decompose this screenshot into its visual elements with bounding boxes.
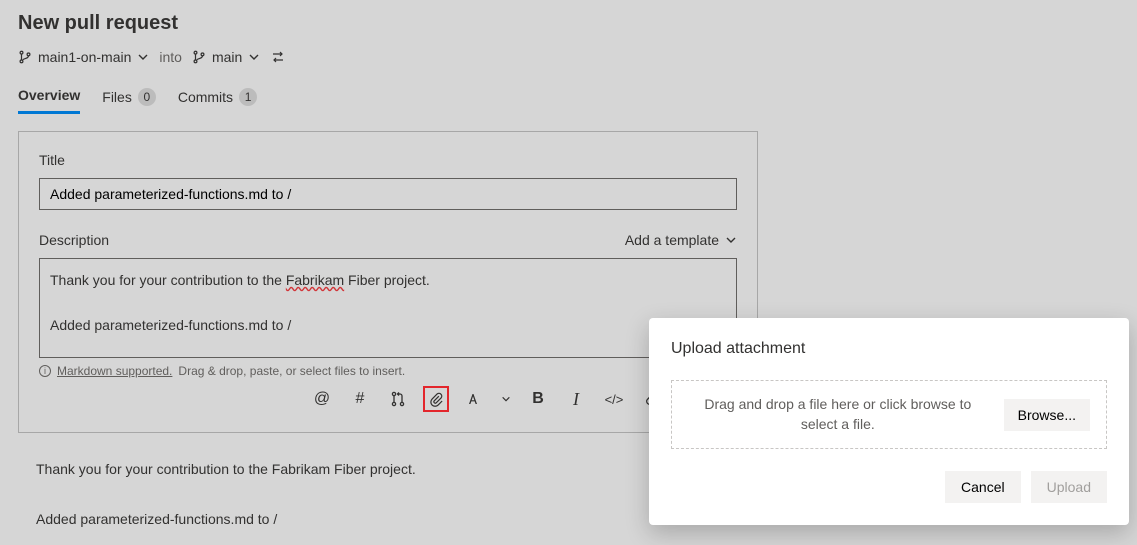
upload-button[interactable]: Upload <box>1031 471 1107 503</box>
bold-button[interactable]: B <box>525 386 551 412</box>
markdown-link[interactable]: Markdown supported. <box>57 364 172 378</box>
tab-overview-label: Overview <box>18 87 80 103</box>
chevron-down-icon <box>725 234 737 246</box>
chevron-down-icon <box>248 51 260 63</box>
tab-commits-label: Commits <box>178 89 233 105</box>
upload-modal: Upload attachment Drag and drop a file h… <box>649 318 1129 525</box>
page-title: New pull request <box>18 12 1119 35</box>
hash-button[interactable]: # <box>347 386 373 412</box>
target-branch-name: main <box>212 49 242 65</box>
tab-overview[interactable]: Overview <box>18 83 80 114</box>
description-label: Description <box>39 232 109 248</box>
tab-files-label: Files <box>102 89 132 105</box>
format-menu-button[interactable] <box>499 386 513 412</box>
branch-row: main1-on-main into main <box>18 49 1119 65</box>
modal-title: Upload attachment <box>671 340 1107 358</box>
attach-button[interactable] <box>423 386 449 412</box>
tab-commits[interactable]: Commits 1 <box>178 83 257 114</box>
title-label: Title <box>39 152 737 168</box>
tab-files-count: 0 <box>138 88 156 106</box>
text-size-icon <box>466 391 482 407</box>
pr-form-card: Title Description Add a template Thank y… <box>18 131 758 433</box>
description-textarea[interactable]: Thank you for your contribution to the F… <box>39 258 737 358</box>
pr-link-button[interactable] <box>385 386 411 412</box>
cancel-button[interactable]: Cancel <box>945 471 1021 503</box>
branch-icon <box>192 50 206 64</box>
add-template-label: Add a template <box>625 232 719 248</box>
description-line1-pre: Thank you for your contribution to the <box>50 272 286 288</box>
branch-icon <box>18 50 32 64</box>
tabs: Overview Files 0 Commits 1 <box>18 83 1119 115</box>
into-label: into <box>159 49 182 65</box>
helper-text: Drag & drop, paste, or select files to i… <box>178 364 405 378</box>
chevron-down-icon <box>137 51 149 63</box>
source-branch-selector[interactable]: main1-on-main <box>18 49 149 65</box>
add-template-button[interactable]: Add a template <box>625 232 737 248</box>
description-line1-post: Fiber project. <box>344 272 430 288</box>
info-icon: i <box>39 365 51 377</box>
format-button[interactable] <box>461 386 487 412</box>
tab-files[interactable]: Files 0 <box>102 83 156 114</box>
chevron-down-icon <box>501 394 511 404</box>
italic-button[interactable]: I <box>563 386 589 412</box>
source-branch-name: main1-on-main <box>38 49 131 65</box>
preview-line1: Thank you for your contribution to the F… <box>36 457 740 482</box>
description-line2: Added parameterized-functions.md to / <box>50 317 291 333</box>
target-branch-selector[interactable]: main <box>192 49 260 65</box>
pr-icon <box>390 391 406 407</box>
tab-commits-count: 1 <box>239 88 257 106</box>
md-toolbar: @ # B I </> <box>39 386 737 412</box>
preview: Thank you for your contribution to the F… <box>18 433 758 533</box>
swap-branches-button[interactable] <box>270 49 286 65</box>
helper-row: i Markdown supported. Drag & drop, paste… <box>39 364 737 378</box>
dropzone[interactable]: Drag and drop a file here or click brows… <box>671 380 1107 449</box>
browse-button[interactable]: Browse... <box>1004 399 1090 431</box>
title-input[interactable] <box>39 178 737 210</box>
description-line1-wavy: Fabrikam <box>286 272 344 288</box>
modal-actions: Cancel Upload <box>671 471 1107 503</box>
dropzone-text: Drag and drop a file here or click brows… <box>688 395 988 434</box>
paperclip-icon <box>429 392 444 407</box>
code-button[interactable]: </> <box>601 386 627 412</box>
mention-button[interactable]: @ <box>309 386 335 412</box>
preview-line2: Added parameterized-functions.md to / <box>36 507 740 532</box>
